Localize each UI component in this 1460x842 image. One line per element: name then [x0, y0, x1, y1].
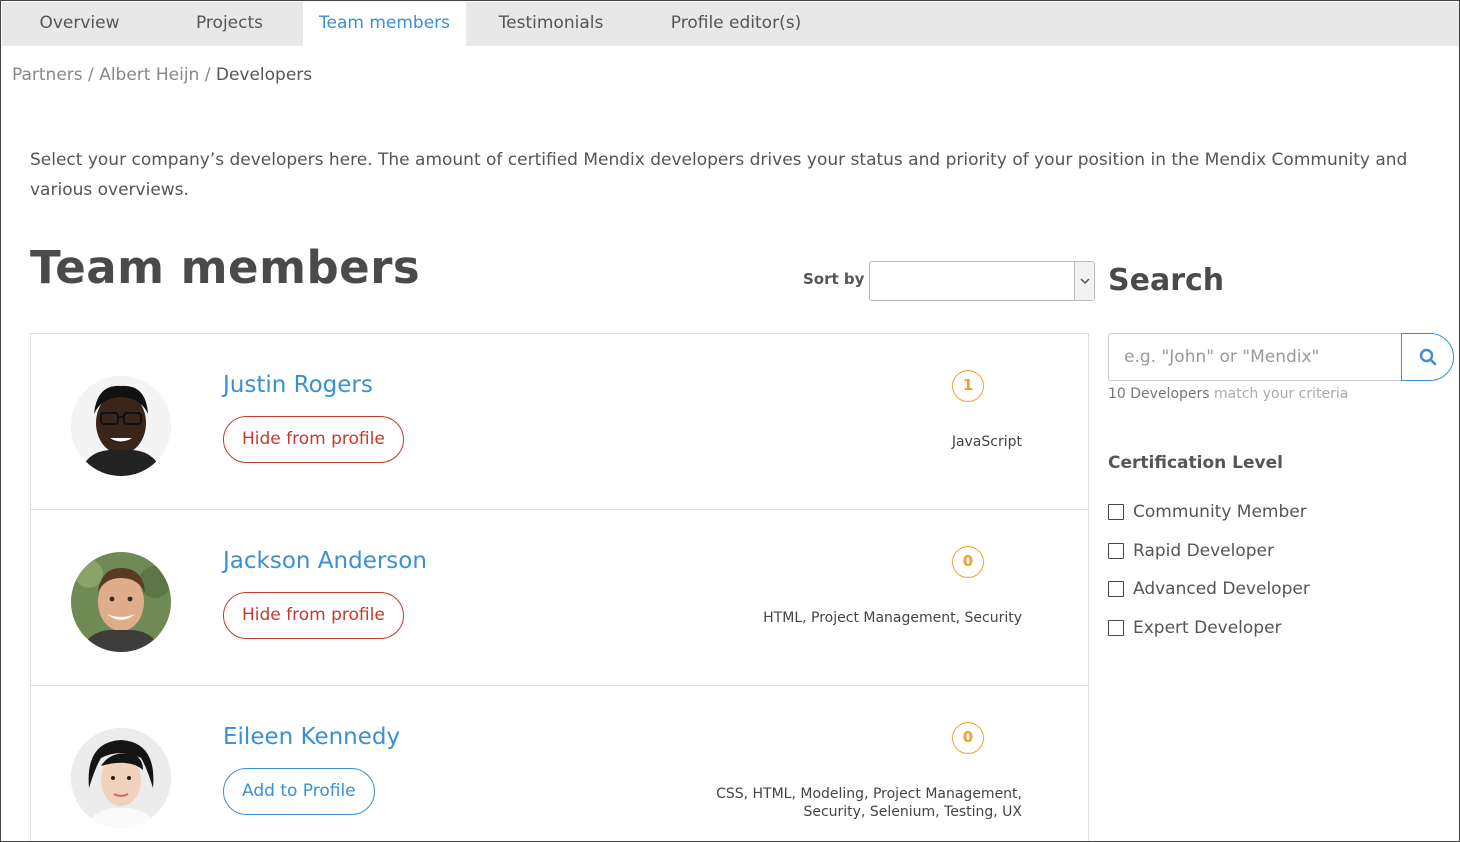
filter-label: Expert Developer — [1133, 618, 1282, 638]
match-count-suffix: match your criteria — [1214, 386, 1349, 402]
checkbox[interactable] — [1108, 581, 1124, 597]
intro-text: Select your company’s developers here. T… — [30, 150, 1408, 200]
hide-from-profile-button[interactable]: Hide from profile — [223, 592, 404, 639]
filter-rapid-developer[interactable]: Rapid Developer — [1108, 540, 1274, 562]
certification-count-badge: 0 — [952, 546, 984, 578]
skills-line: CSS, HTML, Modeling, Project Management, — [716, 786, 1022, 802]
search-button[interactable] — [1401, 333, 1454, 381]
avatar — [71, 552, 171, 652]
checkbox[interactable] — [1108, 543, 1124, 559]
filter-label: Advanced Developer — [1133, 579, 1310, 599]
add-to-profile-button[interactable]: Add to Profile — [223, 768, 375, 815]
match-count: 10 Developers match your criteria — [1108, 386, 1348, 402]
filter-expert-developer[interactable]: Expert Developer — [1108, 617, 1282, 639]
avatar — [71, 376, 171, 476]
search-box — [1108, 333, 1454, 381]
member-name-link[interactable]: Jackson Anderson — [223, 548, 427, 574]
member-list: Justin Rogers Hide from profile 1 JavaSc… — [30, 333, 1089, 841]
hide-from-profile-button[interactable]: Hide from profile — [223, 416, 404, 463]
match-count-value: 10 Developers — [1108, 386, 1210, 402]
tab-overview[interactable]: Overview — [2, 2, 157, 46]
breadcrumb-company[interactable]: Albert Heijn — [99, 65, 199, 85]
filter-community-member[interactable]: Community Member — [1108, 501, 1307, 523]
search-icon — [1419, 348, 1436, 366]
app-window: Overview Projects Team members Testimoni… — [0, 0, 1460, 842]
sort-label: Sort by — [803, 270, 865, 288]
member-row: Justin Rogers Hide from profile 1 JavaSc… — [31, 334, 1088, 510]
breadcrumb: Partners / Albert Heijn / Developers — [12, 65, 312, 85]
skills-list: HTML, Project Management, Security — [602, 609, 1022, 627]
breadcrumb-partners[interactable]: Partners — [12, 65, 83, 85]
certification-level-title: Certification Level — [1108, 453, 1283, 473]
page-title: Team members — [30, 241, 421, 294]
search-title: Search — [1108, 263, 1225, 298]
avatar — [71, 728, 171, 828]
skills-line: Security, Selenium, Testing, UX — [803, 804, 1022, 820]
sort-select[interactable] — [869, 261, 1095, 301]
filter-label: Community Member — [1133, 502, 1307, 522]
checkbox[interactable] — [1108, 620, 1124, 636]
breadcrumb-current: Developers — [215, 65, 313, 85]
member-name-link[interactable]: Eileen Kennedy — [223, 724, 400, 750]
filter-advanced-developer[interactable]: Advanced Developer — [1108, 578, 1310, 600]
tab-testimonials[interactable]: Testimonials — [466, 2, 636, 46]
member-row: Eileen Kennedy Add to Profile 0 CSS, HTM… — [31, 686, 1088, 841]
tab-team-members[interactable]: Team members — [303, 2, 466, 46]
chevron-down-icon[interactable] — [1074, 262, 1094, 300]
tab-projects[interactable]: Projects — [157, 2, 302, 46]
skills-line: JavaScript — [951, 434, 1022, 450]
search-input[interactable] — [1108, 333, 1402, 381]
skills-list: JavaScript — [602, 433, 1022, 451]
breadcrumb-separator: / — [204, 65, 211, 85]
tab-profile-editors[interactable]: Profile editor(s) — [636, 2, 836, 46]
member-row: Jackson Anderson Hide from profile 0 HTM… — [31, 510, 1088, 686]
breadcrumb-separator: / — [88, 65, 94, 85]
tab-bar: Overview Projects Team members Testimoni… — [2, 2, 1459, 46]
filter-label: Rapid Developer — [1133, 541, 1274, 561]
certification-count-badge: 0 — [952, 722, 984, 754]
member-name-link[interactable]: Justin Rogers — [223, 372, 373, 398]
skills-line: HTML, Project Management, Security — [763, 610, 1022, 626]
skills-list: CSS, HTML, Modeling, Project Management,… — [602, 785, 1022, 821]
certification-count-badge: 1 — [952, 370, 984, 402]
checkbox[interactable] — [1108, 504, 1124, 520]
